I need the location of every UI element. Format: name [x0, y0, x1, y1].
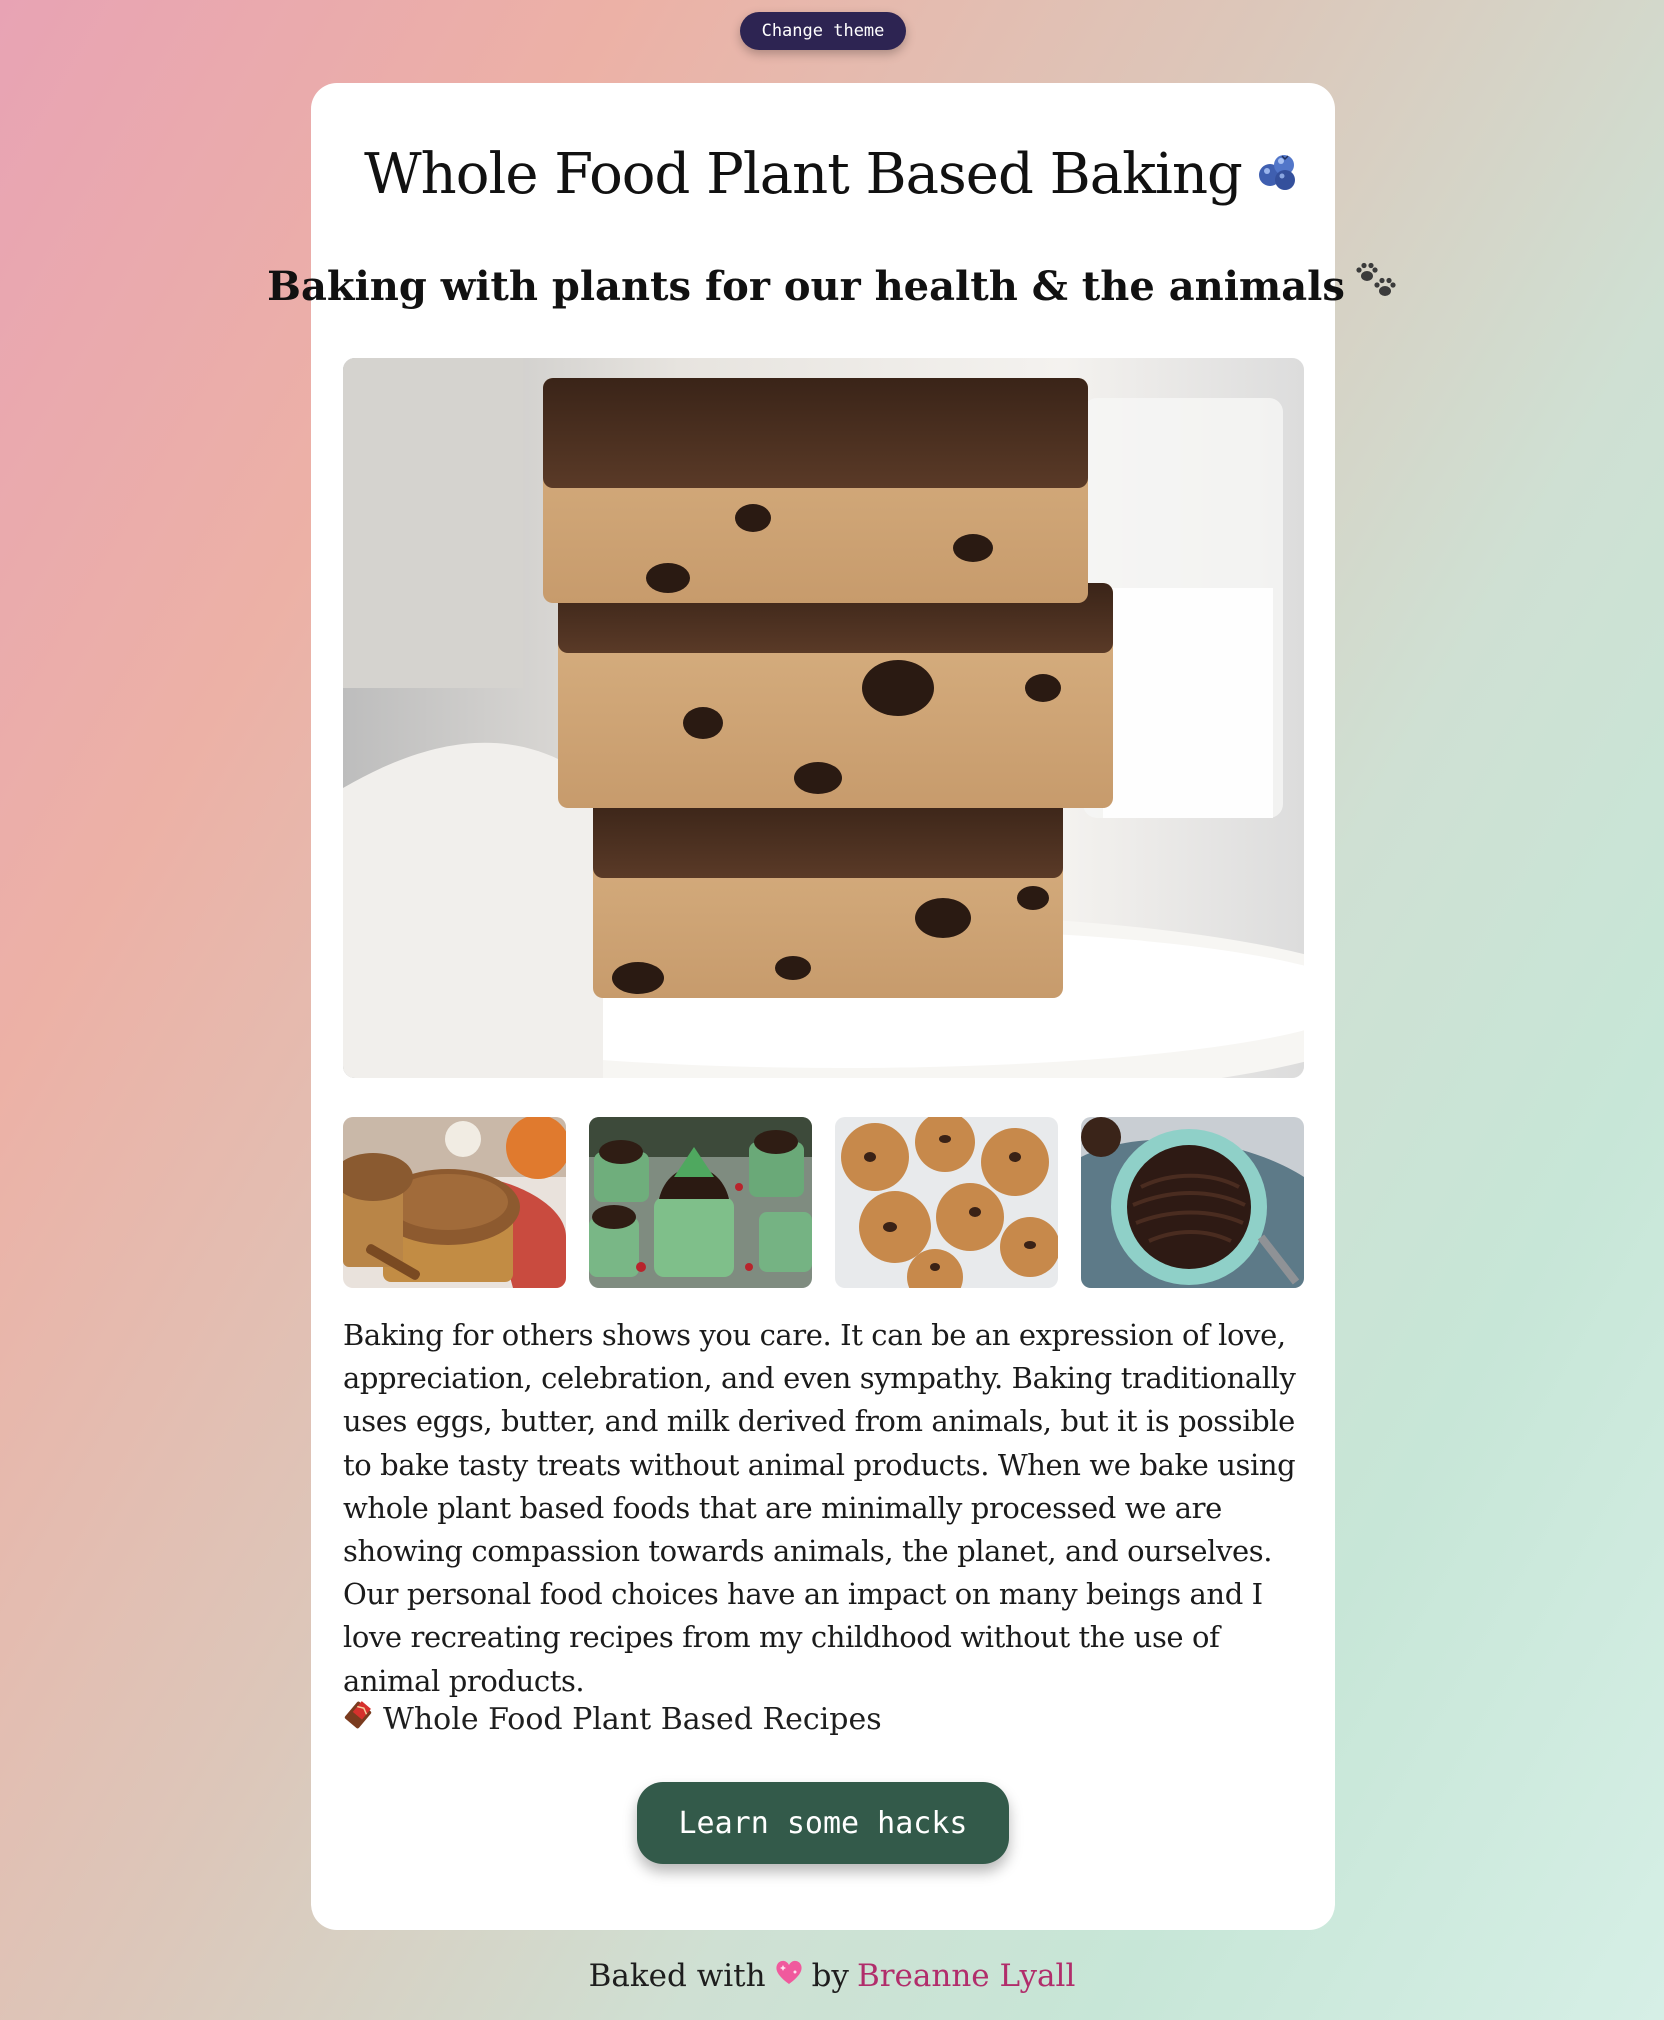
sparkling-heart-icon [774, 1958, 804, 1994]
chocolate-bar-icon [343, 1700, 373, 1738]
intro-paragraph: Baking for others shows you care. It can… [343, 1318, 1296, 1698]
blueberries-icon [1256, 142, 1300, 207]
thumbnail-pumpkin-muffins [343, 1117, 566, 1288]
footer-prefix: Baked with [588, 1958, 766, 1994]
footer-by: by [811, 1958, 849, 1994]
learn-hacks-button[interactable]: Learn some hacks [637, 1782, 1009, 1864]
thumbnail-chocolate-tart [1081, 1117, 1304, 1288]
footer: Baked with by Breanne Lyall [0, 1958, 1664, 1994]
change-theme-button[interactable]: Change theme [740, 12, 906, 50]
subtitle-text: Baking with plants for our health & the … [267, 262, 1345, 310]
thumbnail-chocolate-chip-cookies [835, 1117, 1058, 1288]
recipes-link[interactable]: Whole Food Plant Based Recipes [343, 1700, 882, 1738]
author-link[interactable]: Breanne Lyall [857, 1958, 1075, 1994]
thumbnail-mint-chocolate-cups [589, 1117, 812, 1288]
hero-image [343, 358, 1304, 1078]
page-title: Whole Food Plant Based Baking [0, 142, 1664, 207]
paw-prints-icon [1355, 262, 1397, 310]
recipes-link-label: Whole Food Plant Based Recipes [383, 1701, 882, 1737]
page-subtitle: Baking with plants for our health & the … [0, 262, 1664, 310]
title-text: Whole Food Plant Based Baking [364, 142, 1243, 207]
